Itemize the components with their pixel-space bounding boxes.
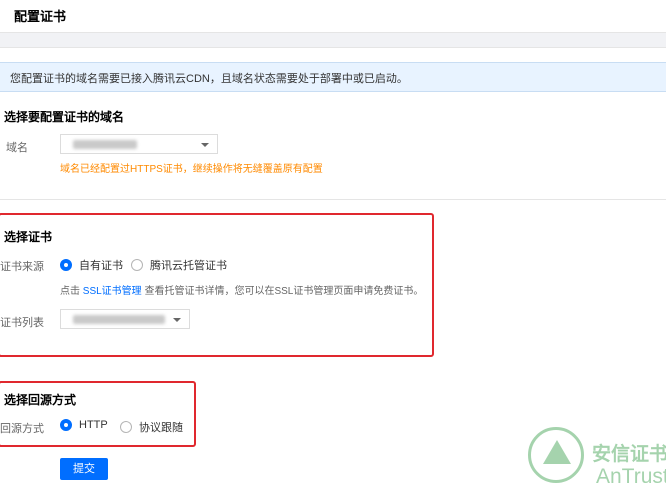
- domain-warning: 域名已经配置过HTTPS证书，继续操作将无缝覆盖原有配置: [60, 164, 323, 175]
- chevron-down-icon: [201, 143, 209, 147]
- chevron-down-icon: [173, 318, 181, 322]
- cert-list-select-value: [73, 315, 165, 324]
- ssl-cert-management-link[interactable]: SSL证书管理: [83, 286, 142, 297]
- radio-unchecked-icon: [120, 421, 132, 433]
- radio-checked-icon: [60, 419, 72, 431]
- origin-field-label: 回源方式: [0, 423, 44, 435]
- cert-section-title: 选择证书: [4, 230, 53, 244]
- cert-hint: 点击 SSL证书管理 查看托管证书详情，您可以在SSL证书管理页面申请免费证书。: [60, 282, 423, 297]
- origin-section-title: 选择回源方式: [4, 393, 77, 407]
- cert-list-select[interactable]: [60, 309, 190, 329]
- cert-hint-suffix: 查看托管证书详情，您可以在SSL证书管理页面申请免费证书。: [144, 286, 424, 297]
- header-divider-strip: [0, 32, 666, 48]
- radio-tencent-cert-label: 腾讯云托管证书: [150, 260, 227, 272]
- radio-http-label: HTTP: [79, 419, 108, 431]
- domain-select-value: [73, 140, 137, 149]
- antrust-logo-icon: [528, 427, 584, 483]
- watermark-cn: 安信证书: [592, 444, 666, 465]
- radio-protocol-follow[interactable]: 协议跟随: [120, 419, 183, 435]
- cert-list-label: 证书列表: [0, 317, 44, 329]
- radio-tencent-cert[interactable]: 腾讯云托管证书: [131, 257, 227, 273]
- radio-http[interactable]: HTTP: [60, 419, 108, 431]
- domain-select[interactable]: [60, 134, 218, 154]
- watermark-en: AnTrust: [596, 465, 666, 488]
- section-divider: [0, 199, 666, 200]
- info-notice-text: 您配置证书的域名需要已接入腾讯云CDN，且域名状态需要处于部署中或已启动。: [10, 73, 408, 85]
- cert-source-label: 证书来源: [0, 261, 44, 273]
- info-notice: 您配置证书的域名需要已接入腾讯云CDN，且域名状态需要处于部署中或已启动。: [0, 62, 666, 92]
- page-header: 配置证书: [0, 0, 666, 32]
- cert-hint-prefix: 点击: [60, 286, 80, 297]
- submit-button[interactable]: 提交: [60, 458, 108, 480]
- page-title: 配置证书: [14, 9, 67, 24]
- radio-checked-icon: [60, 259, 72, 271]
- radio-own-cert[interactable]: 自有证书: [60, 257, 123, 273]
- domain-field-label: 域名: [6, 142, 28, 154]
- radio-own-cert-label: 自有证书: [79, 260, 123, 272]
- radio-unchecked-icon: [131, 259, 143, 271]
- radio-protocol-follow-label: 协议跟随: [139, 422, 183, 434]
- watermark: 安信证书 AnTrust: [520, 425, 666, 500]
- domain-section-title: 选择要配置证书的域名: [4, 110, 125, 124]
